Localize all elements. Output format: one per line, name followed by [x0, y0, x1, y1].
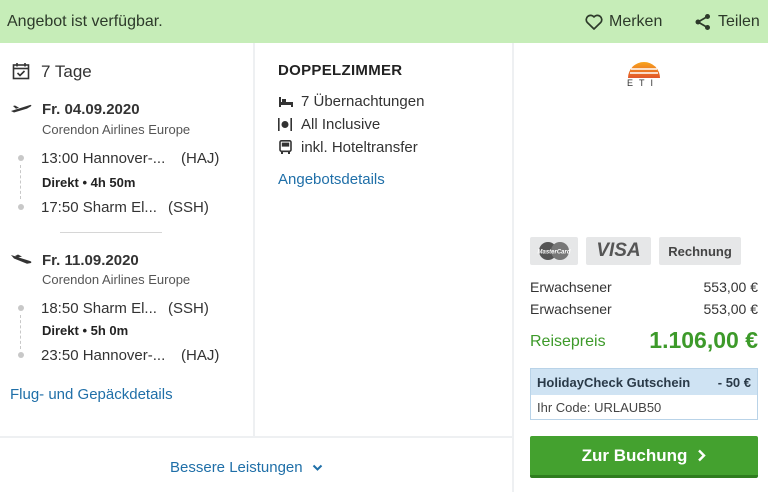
outbound-departure-code: (HAJ) [181, 150, 220, 167]
mastercard-badge: MasterCard [530, 237, 578, 265]
chevron-down-icon [312, 464, 322, 471]
bed-icon [279, 97, 293, 107]
share-label: Teilen [718, 12, 760, 30]
calendar-icon [12, 63, 30, 80]
outbound-airline: Corendon Airlines Europe [42, 122, 191, 137]
total-label: Reisepreis [530, 333, 606, 350]
better-services-label: Bessere Leistungen [170, 459, 303, 476]
voucher-header: HolidayCheck Gutschein - 50 € [531, 369, 757, 395]
route-line [20, 165, 21, 199]
traveller-price: 553,00 € [703, 301, 759, 317]
heart-icon [585, 14, 603, 30]
cutlery-icon [278, 118, 292, 131]
inbound-date: Fr. 11.09.2020 [42, 252, 139, 269]
plane-arrival-icon [11, 254, 32, 264]
outbound-date: Fr. 04.09.2020 [42, 101, 140, 118]
departure-dot [18, 155, 24, 161]
inbound-arrival: 23:50 Hannover-... [41, 347, 166, 364]
voucher-title: HolidayCheck Gutschein [537, 374, 691, 390]
inbound-arrival-code: (HAJ) [181, 347, 220, 364]
bus-icon [279, 140, 292, 154]
save-button[interactable]: Merken [585, 13, 662, 31]
departure-dot [18, 305, 24, 311]
sun-logo-icon [628, 62, 660, 78]
voucher-discount: - 50 € [717, 374, 751, 390]
inbound-departure-code: (SSH) [168, 300, 209, 317]
outbound-arrival: 17:50 Sharm El... [41, 199, 157, 216]
invoice-badge: Rechnung [659, 237, 741, 265]
traveller-label: Erwachsener [530, 301, 612, 317]
book-button[interactable]: Zur Buchung [530, 436, 758, 478]
total-price: 1.106,00 € [649, 327, 758, 353]
outbound-arrival-code: (SSH) [168, 199, 209, 216]
outbound-flight-info: Direkt • 4h 50m [42, 175, 136, 190]
share-button[interactable]: Teilen [694, 13, 760, 31]
tour-operator-name: ETI [627, 78, 660, 88]
room-transfer: inkl. Hoteltransfer [301, 139, 418, 156]
traveller-price-row: Erwachsener 553,00 € [530, 301, 758, 317]
room-title: DOPPELZIMMER [278, 62, 403, 79]
availability-banner: Angebot ist verfügbar. Merken Teilen [0, 0, 768, 43]
flight-details-link[interactable]: Flug- und Gepäckdetails [10, 386, 173, 403]
better-services-toggle[interactable]: Bessere Leistungen [170, 459, 323, 476]
inbound-airline: Corendon Airlines Europe [42, 272, 191, 287]
voucher-box: HolidayCheck Gutschein - 50 € Ihr Code: … [530, 368, 758, 420]
availability-status: Angebot ist verfügbar. [7, 12, 163, 30]
offer-details-link[interactable]: Angebotsdetails [278, 171, 385, 188]
voucher-code: Ihr Code: URLAUB50 [537, 400, 662, 415]
plane-departure-icon [11, 104, 32, 113]
traveller-price: 553,00 € [703, 279, 759, 295]
trip-duration: 7 Tage [41, 62, 92, 81]
route-line [20, 315, 21, 349]
visa-label: VISA [596, 240, 641, 261]
traveller-price-row: Erwachsener 553,00 € [530, 279, 758, 295]
flight-divider [60, 232, 162, 233]
invoice-label: Rechnung [668, 243, 732, 259]
svg-text:MasterCard: MasterCard [537, 250, 570, 256]
booking-panel [514, 43, 768, 492]
share-icon [695, 13, 710, 30]
outbound-departure: 13:00 Hannover-... [41, 150, 166, 167]
visa-badge: VISA [586, 237, 651, 265]
book-label: Zur Buchung [581, 445, 688, 465]
inbound-flight-info: Direkt • 5h 0m [42, 323, 129, 338]
inbound-departure: 18:50 Sharm El... [41, 300, 157, 317]
mastercard-icon: MasterCard [537, 242, 571, 260]
arrival-dot [18, 352, 24, 358]
arrival-dot [18, 204, 24, 210]
chevron-right-icon [698, 449, 707, 462]
save-label: Merken [609, 12, 663, 30]
traveller-label: Erwachsener [530, 279, 612, 295]
tour-operator-logo: ETI [624, 56, 664, 90]
room-nights: 7 Übernachtungen [301, 93, 425, 110]
room-board: All Inclusive [301, 116, 381, 133]
